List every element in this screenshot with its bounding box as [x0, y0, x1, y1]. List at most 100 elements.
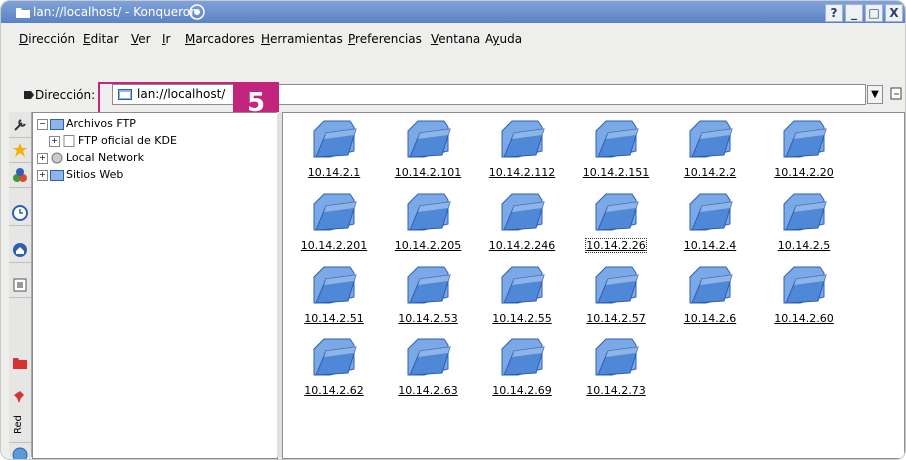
red-tab-label: Red — [13, 415, 24, 434]
minimize-button[interactable]: _ — [845, 4, 863, 22]
sidebar-tab-history[interactable] — [9, 200, 31, 226]
folder-label: 10.14.2.73 — [586, 384, 646, 397]
tree-item-sitios-web[interactable]: + Sitios Web — [37, 168, 123, 184]
tree-item-label: Sitios Web — [66, 168, 124, 181]
folder-label: 10.14.2.53 — [398, 312, 458, 325]
folder-icon — [689, 120, 733, 158]
window-app-icon — [16, 8, 30, 18]
menu-ventana[interactable]: Ventana — [431, 32, 480, 46]
menu-ver[interactable]: Ver — [131, 32, 151, 46]
network-folder-icon — [50, 170, 64, 181]
toolbar — [1, 53, 905, 132]
expand-icon[interactable]: + — [49, 135, 60, 147]
network-icon — [51, 152, 63, 164]
folder-item[interactable]: 10.14.2.63 — [385, 335, 471, 401]
maximize-button[interactable]: □ — [865, 4, 883, 22]
file-view: 10.14.2.1 10.14.2.101 10.14.2.112 10.14.2.1… — [282, 112, 905, 459]
menu-editar[interactable]: Editar — [83, 32, 119, 46]
tree-item-label: Archivos FTP — [66, 117, 136, 130]
help-button[interactable]: ? — [825, 4, 843, 22]
menu-ir[interactable]: Ir — [162, 32, 170, 46]
folder-red-icon[interactable] — [12, 356, 28, 370]
folder-item[interactable]: 10.14.2.26 — [573, 190, 659, 256]
media-icon — [13, 278, 27, 292]
folder-item[interactable]: 10.14.2.73 — [573, 335, 659, 401]
sidebar-tab-red[interactable]: Red — [9, 410, 31, 443]
sidebar-tabs: Red — [9, 112, 32, 459]
folder-item[interactable]: 10.14.2.55 — [479, 263, 565, 329]
folder-item[interactable]: 10.14.2.2 — [667, 117, 753, 183]
address-label: Dirección: — [35, 88, 96, 102]
folder-icon — [783, 266, 827, 304]
konqueror-window: lan://localhost/ - Konqueror ? _ □ X Dir… — [0, 0, 906, 460]
folder-item[interactable]: 10.14.2.4 — [667, 190, 753, 256]
menu-marcadores[interactable]: Marcadores — [185, 32, 255, 46]
folder-label: 10.14.2.51 — [304, 312, 364, 325]
menu-ayuda[interactable]: Ayuda — [485, 32, 522, 46]
folder-item[interactable]: 10.14.2.5 — [761, 190, 847, 256]
folder-icon — [313, 338, 357, 376]
folder-label: 10.14.2.101 — [394, 166, 462, 179]
folder-label: 10.14.2.26 — [585, 238, 647, 253]
folder-icon — [313, 266, 357, 304]
services-icon — [13, 168, 27, 182]
folder-item[interactable]: 10.14.2.53 — [385, 263, 471, 329]
pin-icon[interactable] — [12, 389, 28, 405]
sidebar-tab-services[interactable] — [9, 162, 31, 188]
address-dropdown[interactable]: ▼ — [867, 85, 883, 104]
folder-label: 10.14.2.6 — [683, 312, 737, 325]
tree-item-label: Local Network — [66, 151, 144, 164]
folder-item[interactable]: 10.14.2.1 — [291, 117, 377, 183]
folder-item[interactable]: 10.14.2.151 — [573, 117, 659, 183]
folder-label: 10.14.2.2 — [683, 166, 737, 179]
tree-item-local-network[interactable]: + Local Network — [37, 151, 144, 167]
folder-item[interactable]: 10.14.2.60 — [761, 263, 847, 329]
expand-icon[interactable]: + — [37, 152, 48, 164]
folder-item[interactable]: 10.14.2.62 — [291, 335, 377, 401]
folder-item[interactable]: 10.14.2.201 — [291, 190, 377, 256]
folder-item[interactable]: 10.14.2.69 — [479, 335, 565, 401]
folder-item[interactable]: 10.14.2.205 — [385, 190, 471, 256]
folder-item[interactable]: 10.14.2.6 — [667, 263, 753, 329]
sidebar-tab-network[interactable] — [9, 442, 31, 459]
title-bar[interactable]: lan://localhost/ - Konqueror ? _ □ X — [1, 1, 905, 23]
folder-item[interactable]: 10.14.2.112 — [479, 117, 565, 183]
document-icon — [63, 135, 75, 147]
clear-location-icon[interactable] — [23, 89, 35, 101]
folder-icon — [783, 120, 827, 158]
tree-item-label: FTP oficial de KDE — [78, 134, 177, 147]
folder-item[interactable]: 10.14.2.246 — [479, 190, 565, 256]
home-folder-icon — [13, 243, 27, 257]
folder-item[interactable]: 10.14.2.20 — [761, 117, 847, 183]
tree-item-ftp-kde[interactable]: + FTP oficial de KDE — [49, 134, 177, 150]
folder-label: 10.14.2.57 — [586, 312, 646, 325]
folder-icon — [501, 338, 545, 376]
folder-label: 10.14.2.205 — [394, 239, 462, 252]
folder-icon — [407, 193, 451, 231]
folder-label: 10.14.2.201 — [300, 239, 368, 252]
gear-icon — [189, 4, 205, 20]
folder-item[interactable]: 10.14.2.51 — [291, 263, 377, 329]
folder-item[interactable]: 10.14.2.57 — [573, 263, 659, 329]
folder-icon — [407, 120, 451, 158]
go-icon[interactable] — [889, 85, 903, 102]
menu-direccion[interactable]: Dirección — [19, 32, 75, 46]
sidebar-tab-media[interactable] — [9, 272, 31, 298]
folder-icon — [689, 266, 733, 304]
close-button[interactable]: X — [885, 4, 903, 22]
globe-icon — [12, 447, 28, 459]
menu-preferencias[interactable]: Preferencias — [348, 32, 422, 46]
sidebar-tab-tools[interactable] — [9, 112, 31, 138]
folder-label: 10.14.2.112 — [488, 166, 556, 179]
tree-item-archivos-ftp[interactable]: − Archivos FTP — [37, 117, 136, 133]
sidebar-tab-home[interactable] — [9, 237, 31, 263]
folder-label: 10.14.2.4 — [683, 239, 737, 252]
menu-herramientas[interactable]: Herramientas — [261, 32, 343, 46]
sidebar-tab-bookmarks[interactable] — [9, 137, 31, 163]
folder-label: 10.14.2.246 — [488, 239, 556, 252]
expand-icon[interactable]: + — [37, 169, 48, 181]
folder-icon — [501, 193, 545, 231]
sidebar-tree: − Archivos FTP + FTP oficial de KDE + Local… — [32, 112, 278, 459]
folder-item[interactable]: 10.14.2.101 — [385, 117, 471, 183]
collapse-icon[interactable]: − — [37, 118, 48, 130]
